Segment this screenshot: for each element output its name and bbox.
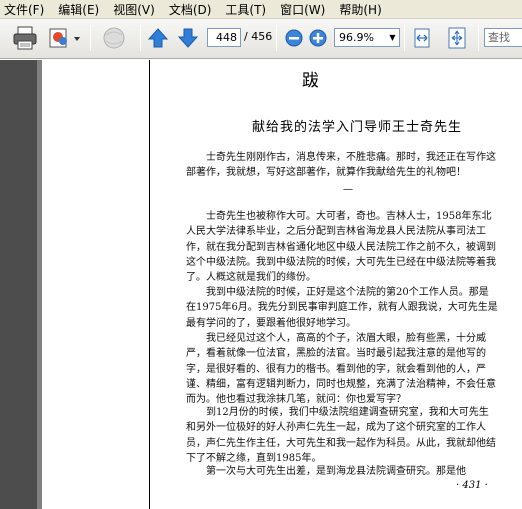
toolbar-separator [404, 25, 405, 51]
next-page-icon [177, 28, 199, 48]
menu-view[interactable]: 视图(V) [113, 1, 155, 18]
menu-tools[interactable]: 工具(T) [225, 1, 266, 18]
navigation-panel[interactable] [0, 60, 37, 509]
menu-file[interactable]: 文件(F) [4, 1, 44, 18]
body-paragraph: 士奇先生也被称作大可。大可者，奇也。吉林人士，1958年东北人民大学法律系毕业，… [186, 211, 496, 284]
fit-page-button[interactable] [444, 23, 470, 53]
menu-help[interactable]: 帮助(H) [339, 1, 381, 18]
fit-page-icon [448, 27, 466, 49]
web-button[interactable] [98, 23, 132, 53]
web-icon [103, 27, 125, 49]
body-paragraph: 第一次与大可先生出差，是到海龙县法院调查研究。那是他 [206, 466, 466, 477]
previous-page-icon [147, 28, 169, 48]
page-number-input[interactable]: 448 [207, 28, 241, 47]
export-icon [49, 28, 80, 48]
section-divider: — [343, 184, 353, 195]
intro-paragraph: 士奇先生刚刚作古，消息传来，不胜悲痛。那时，我还正在写作这部著作，我就想，写好这… [186, 152, 496, 179]
menu-bar: 文件(F) 编辑(E) 视图(V) 文档(D) 工具(T) 窗口(W) 帮助(H… [0, 0, 522, 19]
toolbar-separator [140, 25, 141, 51]
toolbar-separator [90, 25, 91, 51]
page-subtitle: 献给我的法学入门导师王士奇先生 [252, 120, 463, 135]
fit-width-icon [414, 28, 430, 48]
print-button[interactable] [10, 23, 40, 53]
body-paragraph: 我已经见过这个人，高高的个子，浓眉大眼，脸有些黑，十分威严，看着就像一位法官，黑… [186, 333, 496, 406]
previous-page-button[interactable] [146, 23, 170, 53]
page-edge-line [149, 60, 150, 509]
body-paragraph: 我到中级法院的时候，正好是这个法院的第20个工作人员。那是在1975年6月。我先… [186, 287, 498, 329]
zoom-level-input[interactable]: 96.9% [334, 28, 388, 47]
page-title: 跋 [302, 71, 321, 91]
zoom-in-icon [309, 29, 327, 47]
next-page-button[interactable] [176, 23, 200, 53]
page-total-label: / 456 [244, 30, 273, 43]
zoom-in-button[interactable] [308, 23, 328, 53]
menu-edit[interactable]: 编辑(E) [58, 1, 99, 18]
zoom-out-icon [285, 29, 303, 47]
toolbar-separator [478, 25, 479, 51]
menu-window[interactable]: 窗口(W) [280, 1, 325, 18]
print-icon [13, 26, 37, 50]
fit-width-button[interactable] [410, 23, 434, 53]
toolbar-separator [276, 25, 277, 51]
zoom-out-button[interactable] [284, 23, 304, 53]
menu-document[interactable]: 文档(D) [169, 1, 212, 18]
toolbar: 448 / 456 96.9% ▼ 查找 [0, 19, 522, 59]
search-input[interactable]: 查找 [484, 28, 522, 47]
export-button[interactable] [46, 23, 82, 53]
body-paragraph: 到12月份的时候，我们中级法院组建调查研究室，我和大可先生和另外一位极好的好人孙… [186, 407, 496, 464]
page-number: · 431 · [456, 480, 488, 491]
chevron-down-icon[interactable]: ▼ [386, 28, 400, 47]
